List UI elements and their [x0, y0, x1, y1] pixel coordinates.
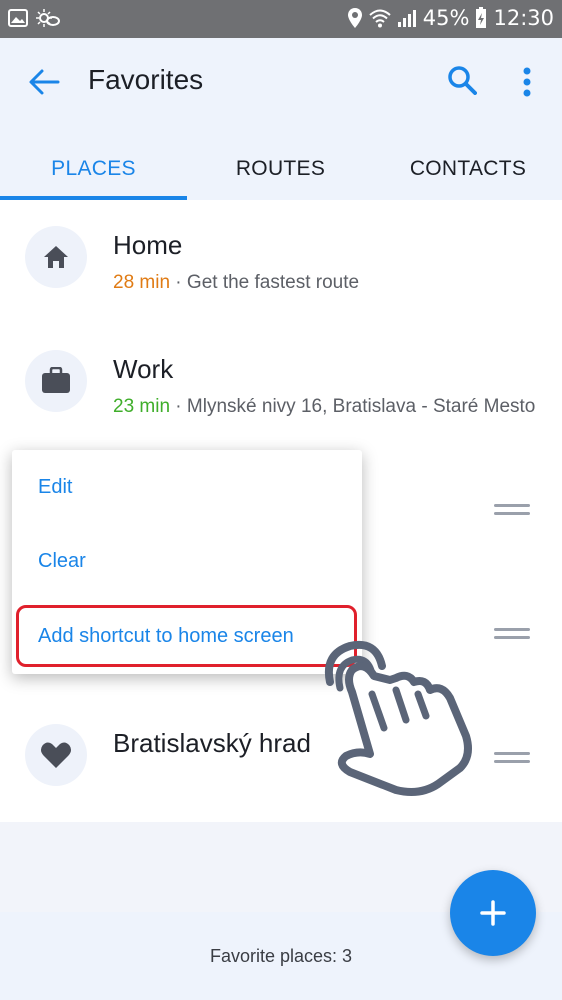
status-bar: 45% 12:30	[0, 0, 562, 38]
drag-handle[interactable]	[494, 504, 530, 520]
eta: 23 min	[113, 396, 171, 417]
place-name: Home	[113, 230, 183, 260]
tab-routes[interactable]: ROUTES	[187, 138, 374, 200]
clock: 12:30	[493, 6, 554, 30]
eta: 28 min	[113, 272, 171, 293]
place-subtitle: 23 min · Mlynské nivy 16, Bratislava - S…	[113, 396, 538, 418]
briefcase-icon	[42, 367, 70, 393]
place-subtitle: 28 min · Get the fastest route	[113, 272, 538, 294]
weather-icon	[36, 9, 60, 27]
separator: ·	[170, 396, 187, 417]
image-icon	[8, 9, 28, 27]
work-avatar	[25, 350, 87, 412]
favorite-avatar	[25, 724, 87, 786]
list-item-home[interactable]: Home 28 min · Get the fastest route	[0, 200, 562, 324]
plus-icon	[480, 900, 506, 926]
search-button[interactable]	[442, 60, 482, 100]
place-detail: Get the fastest route	[186, 272, 360, 293]
back-button[interactable]	[24, 62, 64, 102]
tab-places[interactable]: PLACES	[0, 138, 187, 200]
back-arrow-icon	[29, 69, 60, 95]
tab-bar: PLACES ROUTES CONTACTS	[0, 138, 562, 200]
add-favorite-button[interactable]	[450, 870, 536, 956]
home-avatar	[25, 226, 87, 288]
place-name: Bratislavský hrad	[113, 728, 311, 758]
app-bar: Favorites PLACES ROUTES CONTACTS	[0, 38, 562, 200]
page-title: Favorites	[88, 64, 204, 95]
menu-item-edit[interactable]: Edit	[12, 450, 362, 524]
separator: ·	[170, 272, 187, 293]
place-name: Work	[113, 354, 174, 384]
signal-icon	[397, 10, 416, 27]
search-icon	[448, 66, 477, 95]
more-options-button[interactable]	[510, 60, 544, 104]
place-detail: Mlynské nivy 16, Bratislava - Staré Mest…	[186, 396, 536, 417]
location-icon	[347, 8, 362, 28]
home-icon	[44, 246, 68, 268]
drag-handle[interactable]	[494, 752, 530, 768]
battery-percent: 45%	[422, 6, 470, 30]
drag-handle[interactable]	[494, 628, 530, 644]
battery-icon	[476, 7, 487, 28]
wifi-icon	[369, 9, 391, 28]
more-vert-icon	[523, 67, 531, 97]
menu-item-clear[interactable]: Clear	[12, 524, 362, 598]
highlight-outline	[16, 605, 357, 667]
heart-icon	[40, 742, 72, 768]
tap-hand-icon	[325, 641, 472, 796]
tab-contacts[interactable]: CONTACTS	[374, 138, 562, 200]
list-item-work[interactable]: Work 23 min · Mlynské nivy 16, Bratislav…	[0, 324, 562, 448]
